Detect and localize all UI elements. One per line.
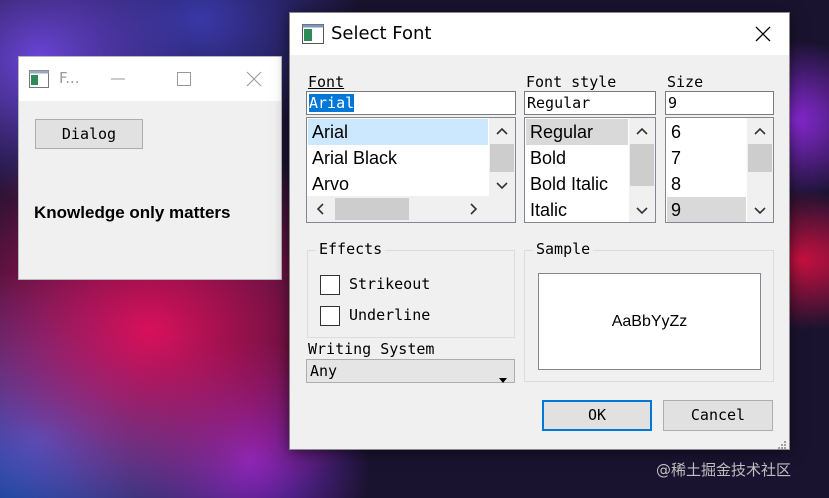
font-style-list[interactable]: Regular Bold Bold Italic Italic [524,117,656,223]
ok-button[interactable]: OK [542,400,652,431]
list-item[interactable]: Italic [526,197,628,222]
resize-grip-icon[interactable] [776,436,788,455]
font-style-input[interactable]: Regular [524,91,656,115]
dialog-button[interactable]: Dialog [35,119,143,149]
background-window-titlebar[interactable]: F... [19,57,281,101]
font-list-vscrollbar[interactable] [489,118,515,198]
list-item[interactable]: 7 [667,145,746,171]
font-list[interactable]: Arial Arial Black Arvo [306,117,516,223]
font-style-label: Font style [526,73,617,91]
close-icon[interactable] [753,24,773,44]
minimize-icon[interactable] [103,65,133,93]
list-item[interactable]: Arial Black [308,145,488,171]
sample-preview: AaBbYyZz [538,273,761,370]
sample-title: Sample [533,240,594,258]
select-font-dialog: Select Font Font Arial Arial Arial Black… [289,12,790,450]
list-item[interactable]: Bold Italic [526,171,628,197]
font-input-value: Arial [309,94,355,112]
background-window-title: F... [59,69,80,87]
maximize-icon[interactable] [169,65,199,93]
size-input[interactable]: 9 [665,91,774,115]
list-item[interactable]: 9 [667,197,746,222]
scroll-left-icon[interactable] [309,199,333,219]
style-list-vscrollbar[interactable] [629,118,655,222]
scroll-up-icon[interactable] [748,121,772,141]
scroll-down-icon[interactable] [748,200,772,220]
scroll-down-icon[interactable] [490,175,514,195]
underline-checkbox[interactable] [320,306,340,326]
scroll-thumb[interactable] [630,144,654,186]
list-item[interactable]: Arial [308,119,488,145]
dialog-titlebar[interactable]: Select Font [290,13,789,55]
strikeout-checkbox[interactable] [320,275,340,295]
sample-group: Sample AaBbYyZz [524,240,774,382]
effects-title: Effects [316,240,386,258]
size-list[interactable]: 6 7 8 9 [665,117,774,223]
app-icon [302,24,324,48]
scroll-up-icon[interactable] [630,121,654,141]
writing-system-value: Any [310,362,338,380]
size-list-vscrollbar[interactable] [747,118,773,222]
dropdown-arrow-icon [499,368,509,390]
app-icon [29,70,49,92]
font-input[interactable]: Arial [306,91,516,115]
list-item[interactable]: Arvo [308,171,488,197]
scroll-up-icon[interactable] [490,121,514,141]
dialog-title: Select Font [331,23,432,44]
strikeout-label[interactable]: Strikeout [349,275,430,293]
size-label: Size [667,73,704,91]
effects-group: Effects Strikeout Underline [307,240,515,338]
writing-system-label: Writing System [308,340,435,358]
writing-system-select[interactable]: Any [306,359,515,383]
font-list-hscrollbar[interactable] [307,196,515,222]
underline-label[interactable]: Underline [349,306,430,324]
list-item[interactable]: 6 [667,119,746,145]
list-item[interactable]: 8 [667,171,746,197]
watermark: @稀土掘金技术社区 [656,461,792,479]
scroll-right-icon[interactable] [461,199,485,219]
list-item[interactable]: Regular [526,119,628,145]
close-icon[interactable] [239,65,269,93]
scroll-down-icon[interactable] [630,200,654,220]
list-item[interactable]: Bold [526,145,628,171]
scroll-thumb[interactable] [490,144,514,172]
scroll-thumb[interactable] [748,144,772,172]
background-window: F... Dialog Knowledge only matters [18,56,282,280]
knowledge-label: Knowledge only matters [34,203,231,222]
font-label: Font [308,73,345,91]
cancel-button[interactable]: Cancel [663,400,773,431]
scroll-thumb[interactable] [335,198,409,220]
